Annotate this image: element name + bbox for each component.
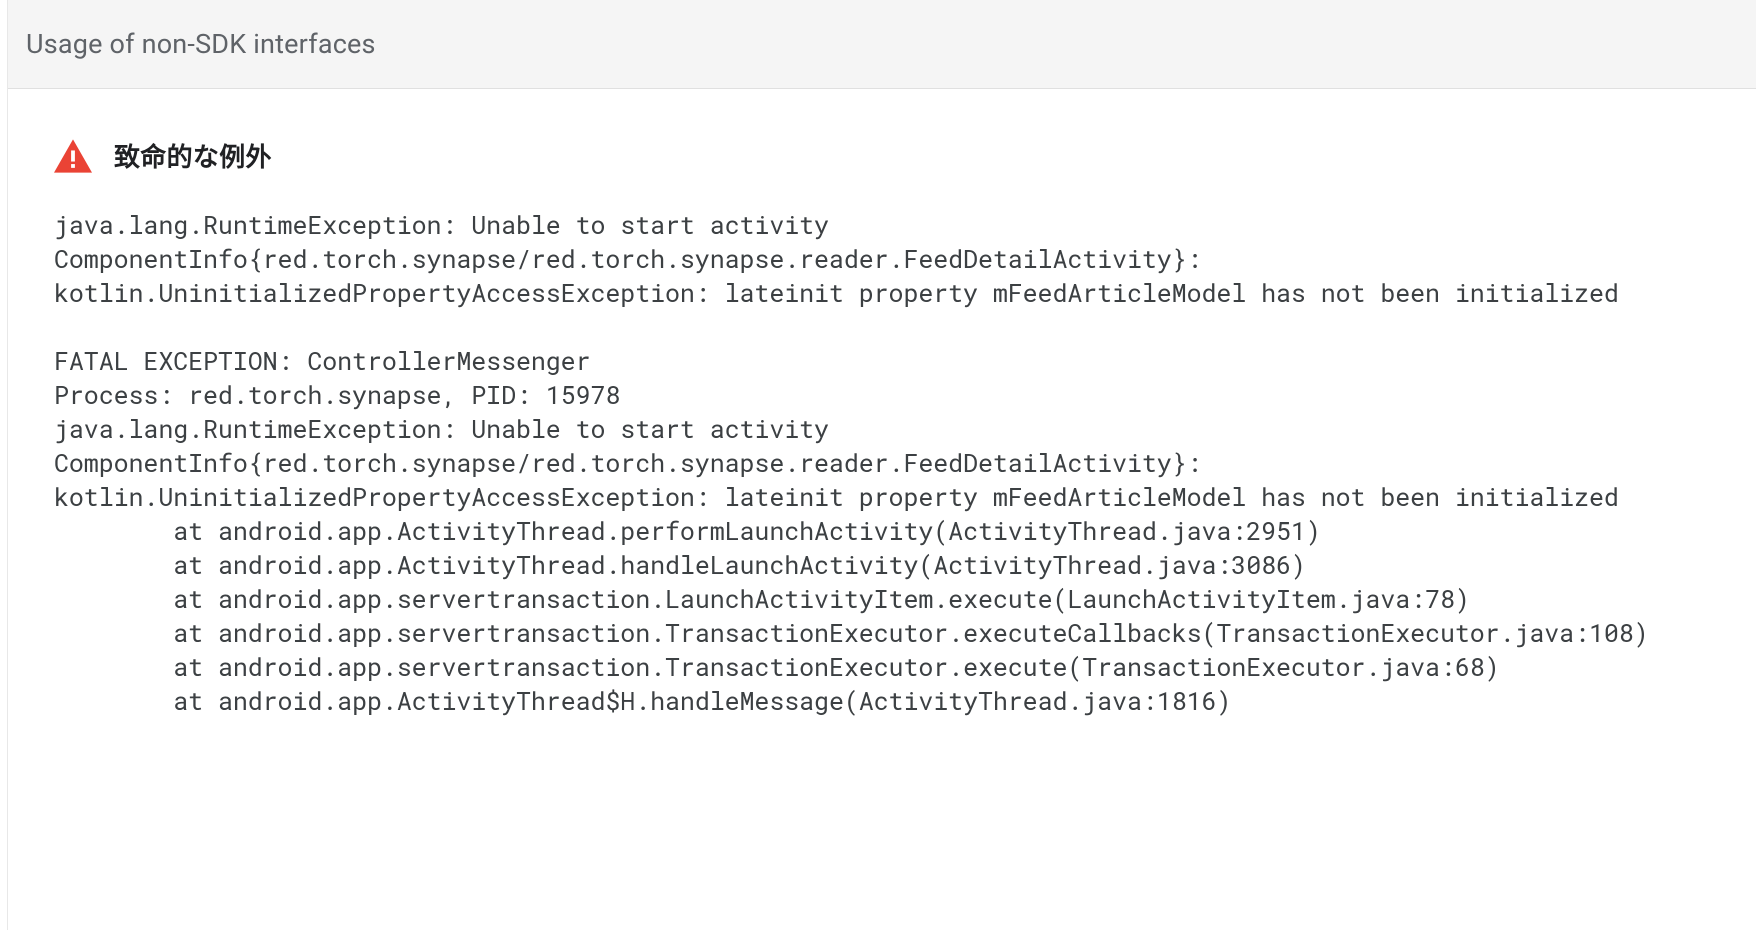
exception-header: 致命的な例外 (54, 137, 1710, 174)
left-divider (0, 0, 8, 930)
exception-summary: java.lang.RuntimeException: Unable to st… (54, 208, 1710, 310)
exception-stacktrace: FATAL EXCEPTION: ControllerMessenger Pro… (54, 344, 1710, 718)
section-title: Usage of non-SDK interfaces (26, 28, 1738, 60)
page-container: Usage of non-SDK interfaces 致命的な例外 java.… (8, 0, 1756, 718)
section-header: Usage of non-SDK interfaces (8, 0, 1756, 89)
exception-title: 致命的な例外 (114, 137, 272, 174)
exception-panel: 致命的な例外 java.lang.RuntimeException: Unabl… (8, 89, 1756, 718)
warning-icon (54, 139, 92, 173)
